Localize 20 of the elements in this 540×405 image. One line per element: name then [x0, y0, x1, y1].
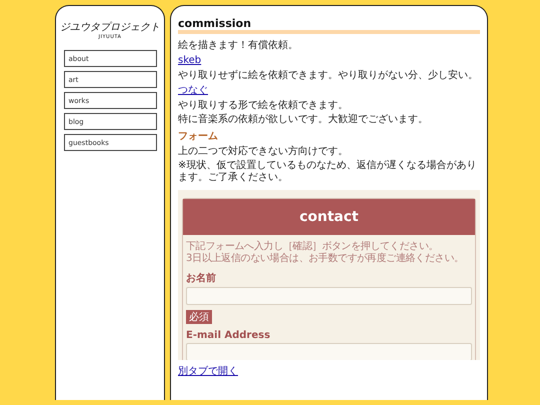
input-field[interactable] [186, 343, 472, 360]
form-instructions: 3日以上返信のない場合は、お手数ですが再度ご連絡ください。 [186, 253, 465, 265]
paragraph: 特に音楽系の依頼が欲しいです。大歓迎でございます。 [178, 114, 429, 126]
text-link[interactable]: つなぐ [178, 84, 208, 97]
required-tag: 必須 [186, 310, 212, 324]
input-field[interactable] [186, 287, 472, 305]
text-link[interactable]: skeb [178, 54, 202, 67]
paragraph: やり取りせずに絵を依頼できます。やり取りがない分、少し安い。 [178, 70, 479, 82]
site-logo: ジユウタプロジェクト [60, 20, 160, 34]
form-title: contact [183, 199, 475, 235]
paragraph: ※現状、仮で設置しているものなため、返信が遅くなる場合があります。ご了承ください。 [178, 160, 478, 184]
field-label: E-mail Address [186, 330, 272, 341]
paragraph: 絵を描きます！有償依頼。 [178, 40, 299, 52]
form-instructions: 下記フォームへ入力し［確認］ボタンを押してください。 [186, 241, 440, 252]
paragraph: やり取りする形で絵を依頼できます。 [178, 100, 349, 112]
page-title: commission [178, 18, 480, 34]
paragraph: 上の二つで対応できない方向けです。 [178, 146, 349, 158]
open-in-new-tab-link[interactable]: 別タブで開く [178, 364, 238, 378]
section-heading: フォーム [178, 130, 219, 143]
field-label: お名前 [186, 272, 217, 285]
